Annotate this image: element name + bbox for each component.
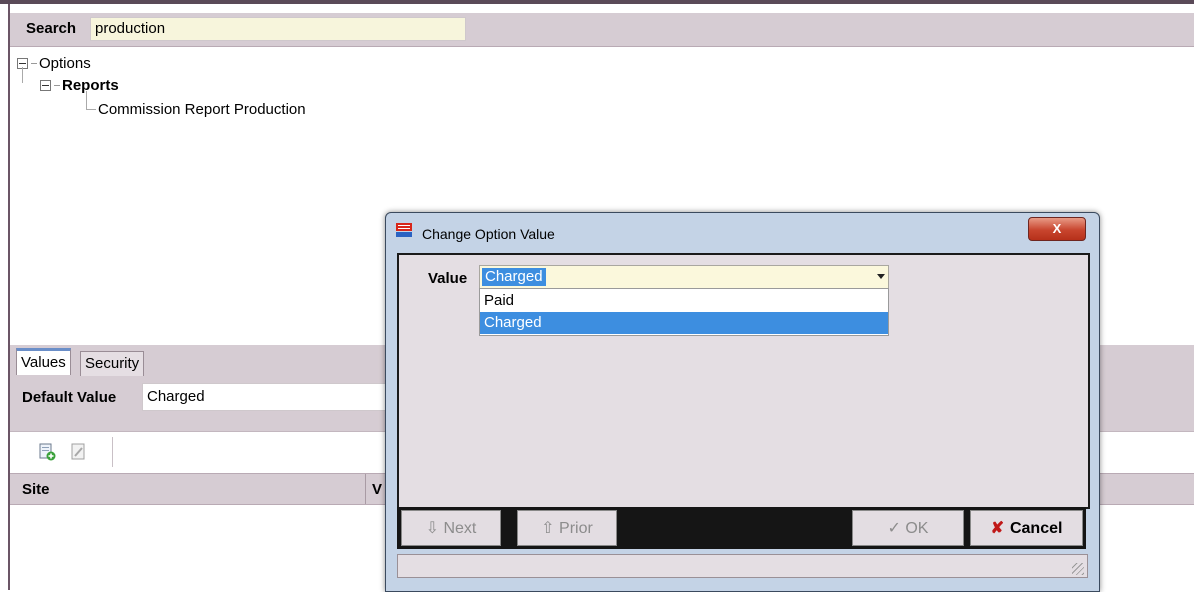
checkmark-icon: ✓ <box>887 520 901 537</box>
arrow-down-icon: ⇩ <box>425 520 440 537</box>
option-paid[interactable]: Paid <box>480 290 888 312</box>
chevron-down-icon[interactable] <box>877 274 885 279</box>
column-header-site[interactable]: Site <box>22 481 50 498</box>
tree-node-reports[interactable]: Reports <box>40 77 119 94</box>
top-border <box>0 0 1194 4</box>
tab-security[interactable]: Security <box>80 351 145 376</box>
cancel-button[interactable]: ✘ Cancel <box>970 510 1083 546</box>
default-value-label: Default Value <box>22 389 117 406</box>
cancel-x-icon: ✘ <box>990 520 1004 537</box>
value-options-list: Paid Charged <box>479 288 889 336</box>
add-page-icon[interactable] <box>38 443 56 461</box>
change-option-value-dialog: Change Option Value X Value Charged Paid… <box>385 212 1100 592</box>
app-logo-icon <box>396 223 412 237</box>
tree-node-options[interactable]: Options <box>17 55 91 72</box>
edit-page-icon[interactable] <box>70 443 88 461</box>
arrow-up-icon: ⇧ <box>541 520 555 537</box>
search-input[interactable] <box>90 17 466 41</box>
next-button[interactable]: ⇩ Next <box>401 510 501 546</box>
ok-button[interactable]: ✓ OK <box>852 510 964 546</box>
toolbar-separator <box>112 437 113 467</box>
cancel-label: Cancel <box>1009 520 1063 537</box>
dialog-body: Value Charged Paid Charged <box>397 253 1090 509</box>
tree-node-label: Reports <box>62 77 119 94</box>
tree-node-label: Commission Report Production <box>98 101 306 118</box>
tree-node-label: Options <box>39 55 91 72</box>
prior-label: Prior <box>559 520 593 537</box>
resize-grip-icon[interactable] <box>1072 563 1084 575</box>
column-header-value[interactable]: V <box>372 481 382 498</box>
value-selected-text: Charged <box>482 268 546 286</box>
value-dropdown[interactable]: Charged <box>479 265 889 289</box>
ok-label: OK <box>905 520 929 537</box>
search-label: Search <box>26 20 77 37</box>
tree-node-commission-report-production[interactable]: Commission Report Production <box>98 101 306 118</box>
dialog-title: Change Option Value <box>422 226 555 242</box>
next-label: Next <box>443 520 477 537</box>
close-button[interactable]: X <box>1028 217 1086 241</box>
tab-values[interactable]: Values <box>16 348 71 375</box>
dialog-button-bar: ⇩ Next ⇧ Prior ✓ OK ✘ Cancel <box>397 507 1086 549</box>
option-charged[interactable]: Charged <box>480 312 888 334</box>
prior-button[interactable]: ⇧ Prior <box>517 510 617 546</box>
search-bar: Search <box>10 13 1194 47</box>
column-separator <box>365 474 366 504</box>
value-label: Value <box>428 270 468 287</box>
dialog-status-bar <box>397 554 1088 578</box>
collapse-icon[interactable] <box>40 80 51 91</box>
default-value-field[interactable]: Charged <box>142 383 408 411</box>
